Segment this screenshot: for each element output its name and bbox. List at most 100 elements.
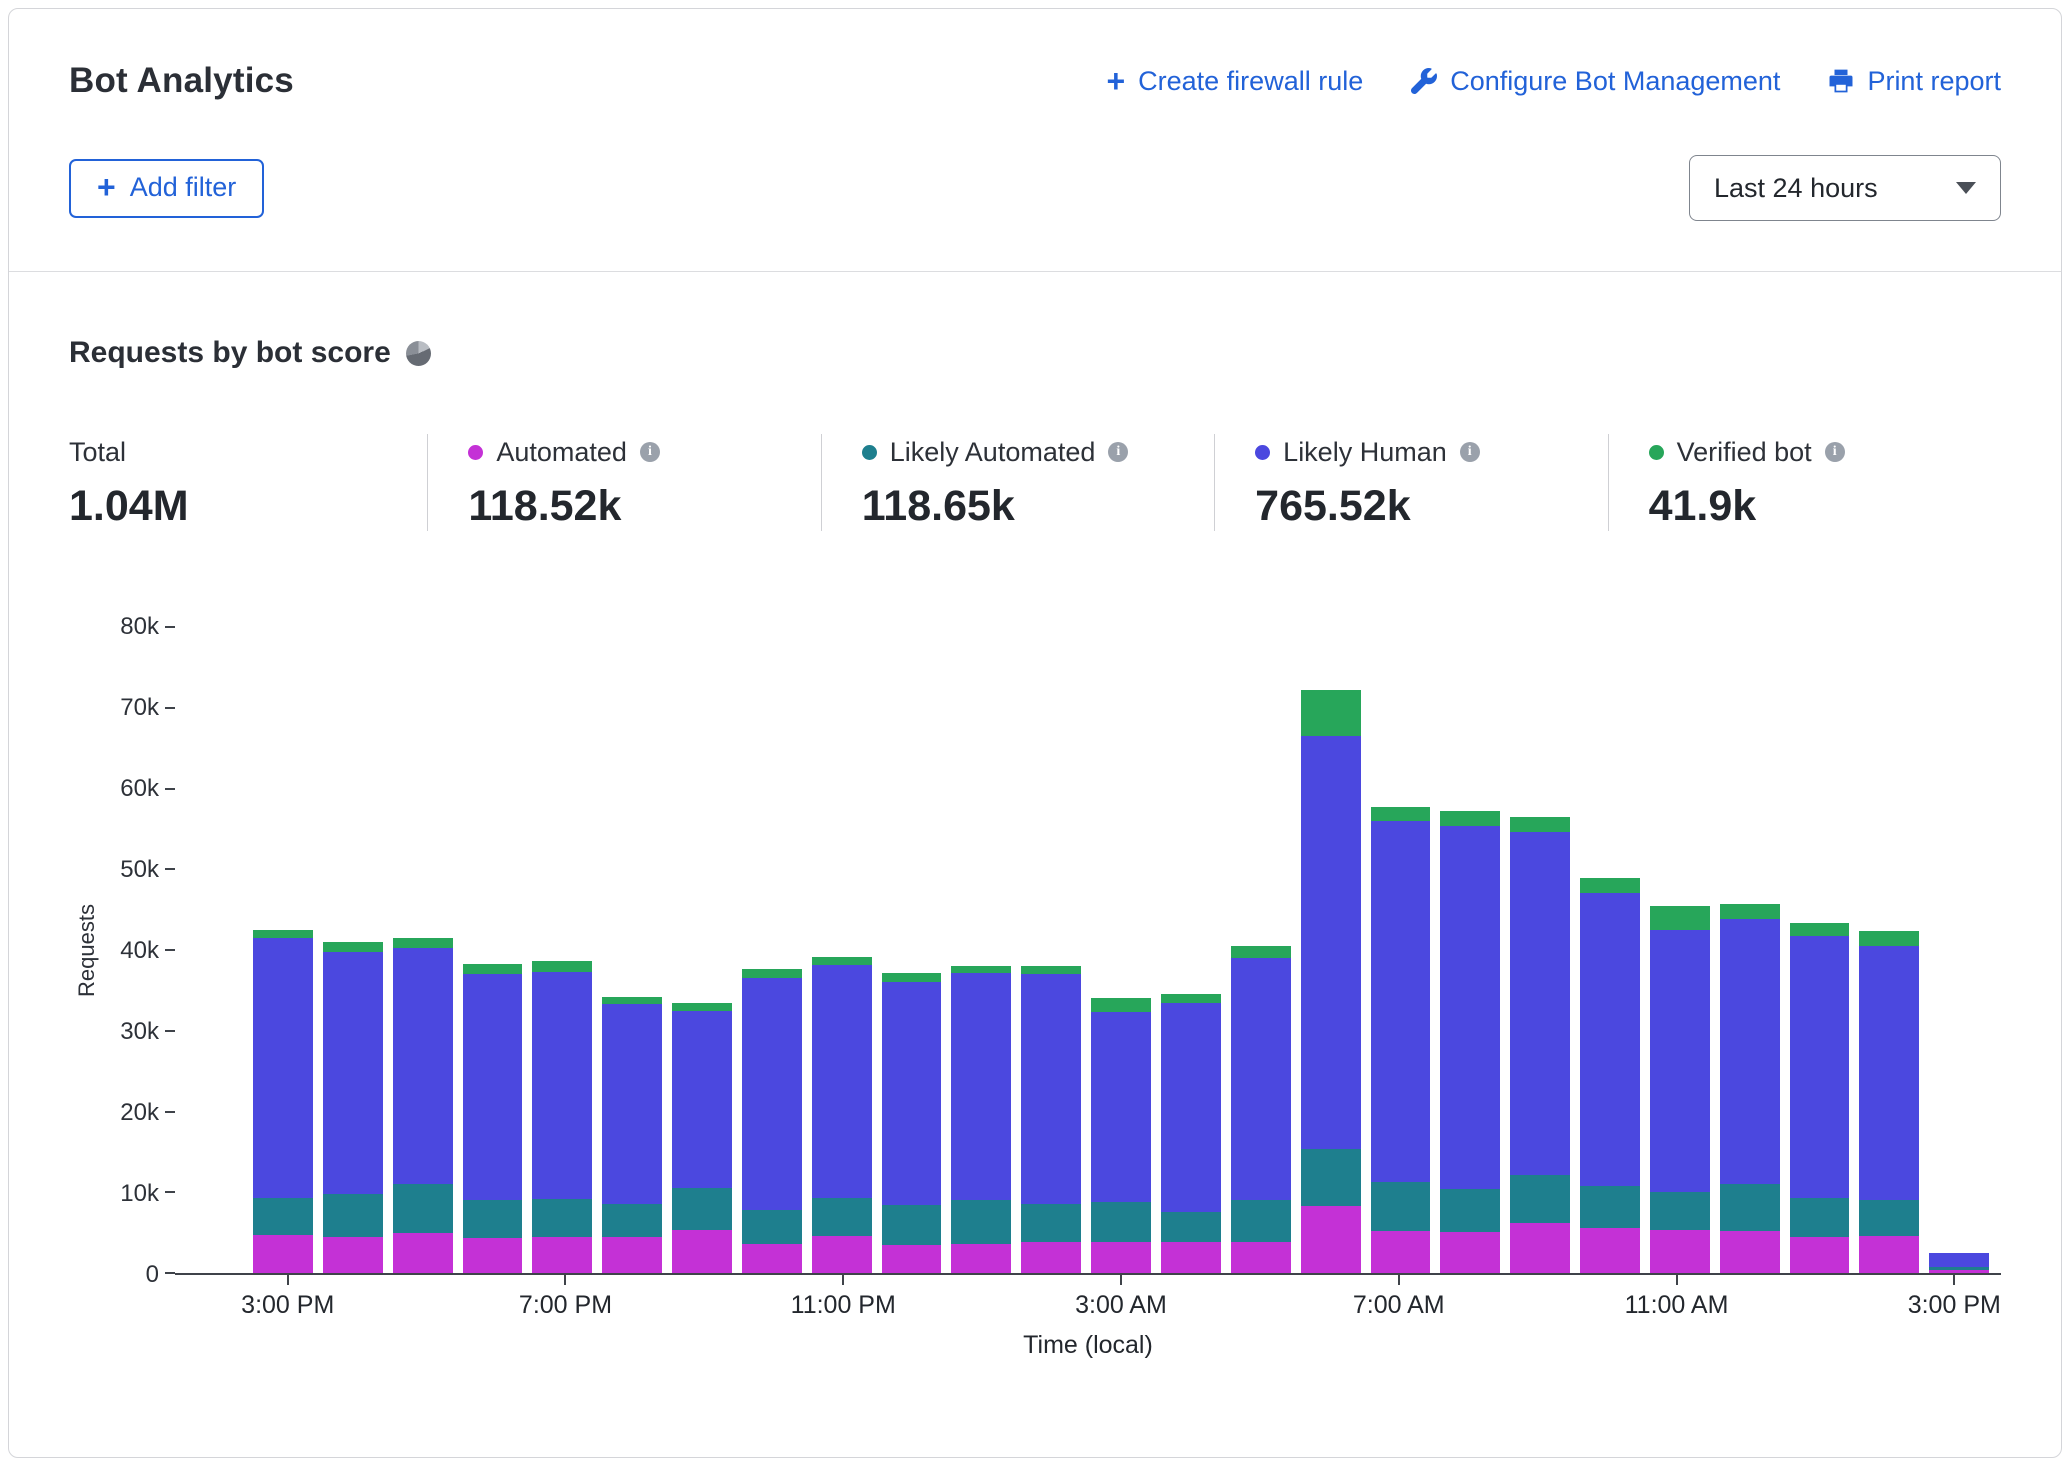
bar-22[interactable] xyxy=(1790,627,1850,1273)
bar-segment-likely-human xyxy=(253,938,313,1198)
stats-row: Total 1.04M Automated 118.52k Likely Aut… xyxy=(69,434,2001,531)
configure-bot-management-link[interactable]: Configure Bot Management xyxy=(1411,66,1780,97)
bar-9[interactable] xyxy=(882,627,942,1273)
bar-segment-verified-bot xyxy=(532,961,592,971)
card-body: Requests by bot score Total 1.04M Automa… xyxy=(9,272,2061,1360)
bar-segment-likely-human xyxy=(1580,893,1640,1185)
bar-segment-likely-human xyxy=(532,972,592,1199)
bar-segment-likely-automated xyxy=(1021,1204,1081,1242)
info-icon[interactable] xyxy=(640,442,660,462)
bar-10[interactable] xyxy=(951,627,1011,1273)
bar-7[interactable] xyxy=(742,627,802,1273)
bar-segment-likely-automated xyxy=(532,1199,592,1237)
bar-segment-likely-automated xyxy=(812,1198,872,1236)
x-tick-label: 11:00 PM xyxy=(791,1291,896,1320)
bar-13[interactable] xyxy=(1161,627,1221,1273)
bar-11[interactable] xyxy=(1021,627,1081,1273)
bot-analytics-card: Bot Analytics + Create firewall rule Con… xyxy=(8,8,2062,1458)
bar-segment-verified-bot xyxy=(742,969,802,978)
bar-18[interactable] xyxy=(1510,627,1570,1273)
bar-segment-likely-human xyxy=(463,974,523,1200)
bar-segment-verified-bot xyxy=(1790,923,1850,937)
bar-segment-likely-human xyxy=(602,1004,662,1204)
stat-total-label: Total xyxy=(69,437,126,468)
stat-likely-human-label: Likely Human xyxy=(1283,437,1447,468)
bar-segment-automated xyxy=(951,1244,1011,1273)
y-axis-title: Requests xyxy=(69,627,105,1275)
bar-1[interactable] xyxy=(323,627,383,1273)
bar-14[interactable] xyxy=(1231,627,1291,1273)
bar-segment-likely-human xyxy=(1790,936,1850,1198)
bar-segment-automated xyxy=(253,1235,313,1273)
bar-5[interactable] xyxy=(602,627,662,1273)
stat-automated: Automated 118.52k xyxy=(427,434,820,531)
stat-total-value: 1.04M xyxy=(69,482,427,531)
bar-20[interactable] xyxy=(1650,627,1710,1273)
y-axis-tickmark xyxy=(165,626,175,628)
bar-segment-verified-bot xyxy=(1161,994,1221,1004)
bar-segment-automated xyxy=(1161,1242,1221,1273)
bar-segment-likely-human xyxy=(882,982,942,1205)
stat-likely-automated-value: 118.65k xyxy=(862,482,1214,531)
bar-0[interactable] xyxy=(253,627,313,1273)
x-tick-label: 11:00 AM xyxy=(1625,1291,1729,1320)
bar-19[interactable] xyxy=(1580,627,1640,1273)
bar-4[interactable] xyxy=(532,627,592,1273)
wrench-icon xyxy=(1411,68,1437,94)
bar-segment-automated xyxy=(1720,1231,1780,1273)
bar-17[interactable] xyxy=(1440,627,1500,1273)
bar-12[interactable] xyxy=(1091,627,1151,1273)
stat-likely-automated-label: Likely Automated xyxy=(890,437,1096,468)
bar-24[interactable] xyxy=(1929,627,1989,1273)
bar-21[interactable] xyxy=(1720,627,1780,1273)
bar-segment-likely-human xyxy=(742,978,802,1210)
bar-segment-verified-bot xyxy=(1371,807,1431,821)
bar-segment-verified-bot xyxy=(463,964,523,974)
bar-2[interactable] xyxy=(393,627,453,1273)
stat-automated-label: Automated xyxy=(496,437,627,468)
bar-segment-automated xyxy=(812,1236,872,1273)
bar-segment-automated xyxy=(602,1237,662,1273)
info-icon[interactable] xyxy=(1460,442,1480,462)
stat-dot-automated xyxy=(468,445,483,460)
bar-segment-automated xyxy=(742,1244,802,1273)
bar-23[interactable] xyxy=(1859,627,1919,1273)
bar-segment-likely-human xyxy=(1510,832,1570,1174)
bar-segment-automated xyxy=(1859,1236,1919,1273)
y-axis-tickmark xyxy=(165,707,175,709)
bar-segment-likely-human xyxy=(1720,919,1780,1184)
bar-segment-verified-bot xyxy=(1580,878,1640,893)
bar-segment-likely-human xyxy=(1929,1253,1989,1267)
bar-3[interactable] xyxy=(463,627,523,1273)
bar-segment-verified-bot xyxy=(1650,906,1710,930)
header-actions: + Create firewall rule Configure Bot Man… xyxy=(1106,66,2001,97)
y-tick-label: 20k xyxy=(120,1100,159,1126)
print-report-link[interactable]: Print report xyxy=(1828,66,2001,97)
bar-15[interactable] xyxy=(1301,627,1361,1273)
bar-segment-automated xyxy=(1580,1228,1640,1273)
bar-segment-likely-human xyxy=(323,952,383,1194)
info-icon[interactable] xyxy=(1108,442,1128,462)
bar-segment-likely-human xyxy=(672,1011,732,1189)
x-tick-label: 7:00 PM xyxy=(519,1291,612,1320)
stat-likely-human-value: 765.52k xyxy=(1255,482,1607,531)
add-filter-button[interactable]: + Add filter xyxy=(69,159,264,218)
bar-segment-likely-human xyxy=(1371,821,1431,1182)
x-axis-tickmark xyxy=(842,1275,844,1285)
bar-segment-likely-automated xyxy=(602,1204,662,1237)
info-icon[interactable] xyxy=(1825,442,1845,462)
y-tick-label: 60k xyxy=(120,776,159,802)
y-axis-tickmark xyxy=(165,1030,175,1032)
printer-icon xyxy=(1828,68,1854,94)
bar-segment-likely-human xyxy=(1021,974,1081,1203)
time-range-value: Last 24 hours xyxy=(1714,173,1878,204)
bar-8[interactable] xyxy=(812,627,872,1273)
bar-6[interactable] xyxy=(672,627,732,1273)
stat-total: Total 1.04M xyxy=(69,434,427,531)
time-range-dropdown[interactable]: Last 24 hours xyxy=(1689,155,2001,221)
bar-16[interactable] xyxy=(1371,627,1431,1273)
bar-segment-automated xyxy=(1371,1231,1431,1273)
stat-automated-value: 118.52k xyxy=(468,482,820,531)
bar-segment-verified-bot xyxy=(1301,690,1361,736)
create-firewall-rule-link[interactable]: + Create firewall rule xyxy=(1106,66,1363,97)
